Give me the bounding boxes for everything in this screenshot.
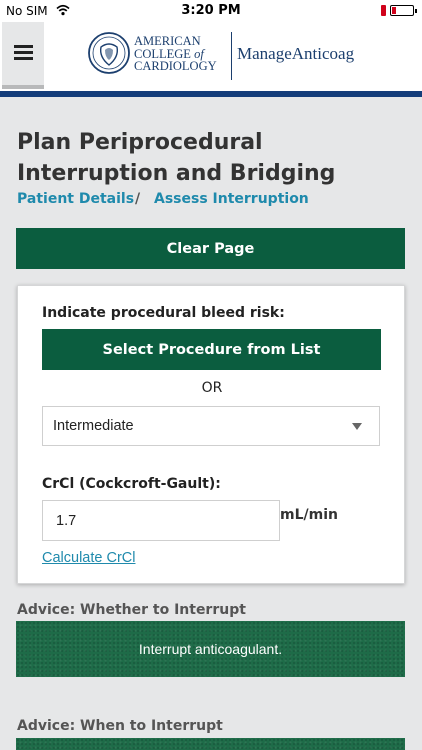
logo-divider [231, 32, 232, 80]
page-title: Plan Periprocedural Interruption and Bri… [17, 130, 336, 186]
bleed-risk-label: Indicate procedural bleed risk: [42, 305, 285, 321]
or-divider-text: OR [201, 380, 223, 396]
breadcrumb-separator: / [135, 191, 141, 207]
advice-whether-box: Interrupt anticoagulant. [16, 621, 405, 677]
caret-down-icon [352, 423, 362, 430]
crcl-input[interactable] [42, 500, 280, 541]
bleed-risk-selected-value: Intermediate [53, 418, 134, 434]
acc-seal-icon [88, 32, 130, 74]
advice-whether-text: Interrupt anticoagulant. [138, 641, 283, 657]
battery-icon [390, 5, 417, 16]
advice-when-box [16, 738, 405, 750]
menu-button[interactable] [2, 22, 44, 89]
header-rule [0, 91, 422, 97]
acc-logo-text: AMERICAN COLLEGE of CARDIOLOGY [134, 35, 217, 73]
advice-when-label: Advice: When to Interrupt [17, 718, 223, 734]
status-time: 3:20 PM [181, 3, 241, 18]
breadcrumb-assess-interruption[interactable]: Assess Interruption [154, 191, 309, 207]
crcl-label: CrCl (Cockcroft-Gault): [42, 476, 221, 492]
bleed-risk-select[interactable]: Intermediate [42, 406, 380, 446]
logo-line-3: CARDIOLOGY [134, 59, 217, 73]
advice-whether-label: Advice: Whether to Interrupt [17, 602, 246, 618]
breadcrumb-patient-details[interactable]: Patient Details [17, 191, 134, 207]
charging-icon [381, 5, 386, 16]
crcl-unit: mL/min [280, 507, 338, 523]
app-header: AMERICAN COLLEGE of CARDIOLOGY ManageAnt… [0, 22, 422, 91]
product-name: ManageAnticoag [237, 44, 355, 63]
bleed-risk-card: Indicate procedural bleed risk: Select P… [17, 285, 405, 584]
hamburger-icon-bar [14, 45, 33, 48]
battery-fill [392, 7, 396, 14]
hamburger-icon-bar [14, 51, 33, 54]
status-bar: No SIM 3:20 PM [0, 0, 422, 22]
select-procedure-button[interactable]: Select Procedure from List [42, 329, 381, 370]
calculate-crcl-link[interactable]: Calculate CrCl [42, 550, 135, 566]
hamburger-icon-bar [14, 57, 33, 60]
clear-page-button[interactable]: Clear Page [16, 228, 405, 269]
